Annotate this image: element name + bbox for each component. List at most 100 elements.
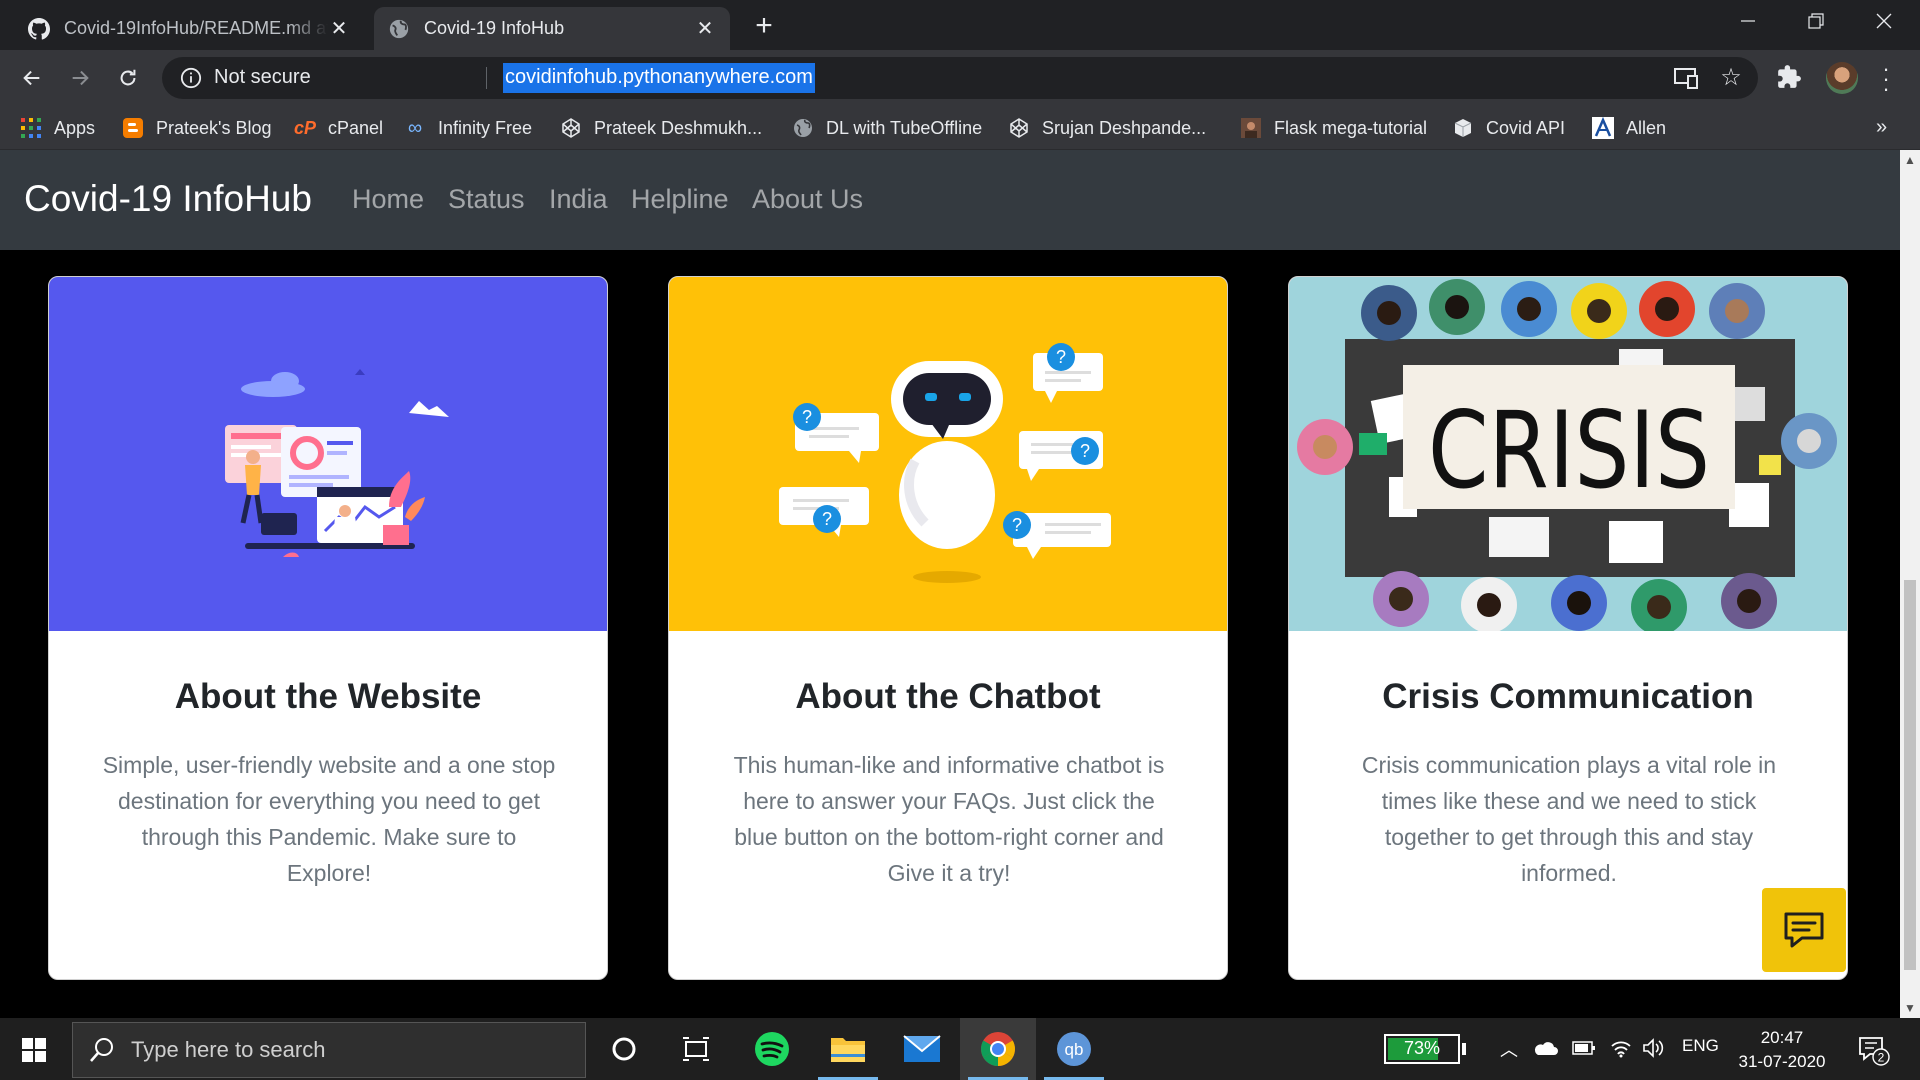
bookmark-star-icon[interactable]: ☆ xyxy=(1718,65,1744,91)
tab-title: Covid-19 InfoHub xyxy=(424,18,565,38)
new-tab-button[interactable]: + xyxy=(748,9,780,42)
wifi-icon[interactable] xyxy=(1610,1038,1632,1058)
restore-button[interactable] xyxy=(1786,0,1846,42)
chatbot-button[interactable] xyxy=(1762,888,1846,972)
address-bar[interactable]: Not secure covidinfohub.pythonanywhere.c… xyxy=(162,57,1758,99)
menu-dots-icon[interactable]: · · · xyxy=(1876,58,1896,100)
bookmark-prateeks-blog[interactable]: Prateek's Blog xyxy=(122,114,272,142)
install-app-icon[interactable] xyxy=(1674,67,1698,89)
windows-taskbar: Type here to search qb 73% ︿ ENG 20:47 3… xyxy=(0,1018,1920,1080)
bookmark-label: Flask mega-tutorial xyxy=(1274,117,1428,138)
tab-close-icon[interactable]: ✕ xyxy=(328,18,350,40)
close-icon xyxy=(1876,13,1892,29)
task-view-icon[interactable] xyxy=(658,1018,734,1080)
clock-time: 20:47 xyxy=(1760,1028,1804,1047)
globe-icon xyxy=(792,117,814,139)
security-label[interactable]: Not secure xyxy=(214,66,311,89)
bookmark-label: DL with TubeOffline xyxy=(826,117,983,138)
taskbar-search[interactable]: Type here to search xyxy=(72,1022,586,1078)
codepen-icon xyxy=(1008,117,1030,139)
bookmark-prateek-deshmukh[interactable]: Prateek Deshmukh... xyxy=(560,114,762,142)
notification-icon: 2 xyxy=(1859,1037,1890,1066)
bookmark-apps[interactable]: Apps xyxy=(20,114,95,142)
avatar-icon xyxy=(1240,117,1262,139)
card-about-chatbot: ? ? ? ? ? About the Chatbot This human-l… xyxy=(668,276,1228,980)
forward-button[interactable] xyxy=(62,60,98,96)
codepen-icon xyxy=(560,117,582,139)
info-icon[interactable] xyxy=(180,67,202,89)
globe-icon xyxy=(389,19,409,38)
bookmark-covid-api[interactable]: Covid API xyxy=(1452,114,1565,142)
page-scrollbar[interactable]: ▲ ▼ xyxy=(1900,150,1920,1018)
tab-title: Covid-19InfoHub/README.md at master xyxy=(64,18,328,38)
more-bookmarks-chevron-icon[interactable]: » xyxy=(1876,116,1887,139)
search-icon xyxy=(90,1038,113,1062)
nav-home[interactable]: Home xyxy=(352,184,424,215)
bookmark-label: Prateek's Blog xyxy=(156,117,272,138)
bookmark-infinity-free[interactable]: ∞ Infinity Free xyxy=(404,114,532,142)
crisis-sign-text: CRISIS xyxy=(1428,389,1710,512)
bookmark-flask-mega-tutorial[interactable]: Flask mega-tutorial xyxy=(1240,114,1427,142)
arrow-right-icon xyxy=(72,70,89,86)
nav-status[interactable]: Status xyxy=(448,184,525,215)
qbittorrent-icon[interactable]: qb xyxy=(1036,1018,1112,1080)
tab-close-icon[interactable]: ✕ xyxy=(694,18,716,40)
reload-icon xyxy=(120,69,136,86)
volume-icon[interactable] xyxy=(1642,1038,1664,1058)
battery-indicator[interactable]: 73% xyxy=(1384,1034,1460,1064)
bookmark-label: Srujan Deshpande... xyxy=(1042,117,1207,138)
mail-icon[interactable] xyxy=(884,1018,960,1080)
profile-avatar[interactable] xyxy=(1826,62,1858,94)
spotify-icon[interactable] xyxy=(734,1018,810,1080)
chrome-icon[interactable] xyxy=(960,1018,1036,1080)
notifications-button[interactable]: 2 xyxy=(1856,1032,1890,1066)
back-button[interactable] xyxy=(14,60,50,96)
onedrive-cloud-icon[interactable] xyxy=(1532,1040,1558,1056)
language-indicator[interactable]: ENG xyxy=(1682,1036,1719,1056)
battery-tip xyxy=(1462,1043,1466,1055)
bookmark-dl-tubeoffline[interactable]: DL with TubeOffline xyxy=(792,114,982,142)
card-title: About the Website xyxy=(174,677,482,716)
nav-helpline[interactable]: Helpline xyxy=(631,184,729,215)
cube-icon xyxy=(1452,117,1474,139)
scroll-up-arrow-icon[interactable]: ▲ xyxy=(1900,150,1920,170)
bookmark-label: Covid API xyxy=(1486,117,1566,138)
minimize-icon xyxy=(1741,20,1755,22)
battery-tray-icon[interactable] xyxy=(1572,1040,1596,1056)
start-button[interactable] xyxy=(10,1028,58,1072)
nav-india[interactable]: India xyxy=(549,184,608,215)
page-viewport: Covid-19 InfoHub Home Status India Helpl… xyxy=(0,150,1900,1018)
file-explorer-icon[interactable] xyxy=(810,1018,886,1080)
cortana-icon[interactable] xyxy=(586,1018,662,1080)
extensions-puzzle-icon[interactable] xyxy=(1776,64,1802,90)
site-brand[interactable]: Covid-19 InfoHub xyxy=(24,178,312,220)
allen-icon xyxy=(1592,117,1614,139)
close-window-button[interactable] xyxy=(1854,0,1914,42)
tab-strip: Covid-19InfoHub/README.md at master ✕ Co… xyxy=(0,0,1920,50)
notification-count: 2 xyxy=(1878,1051,1885,1065)
chevron-up-icon[interactable]: ︿ xyxy=(1500,1036,1518,1062)
tab-github-readme[interactable]: Covid-19InfoHub/README.md at master ✕ xyxy=(14,7,364,50)
url-text[interactable]: covidinfohub.pythonanywhere.com xyxy=(503,63,815,93)
svg-text:?: ? xyxy=(1012,515,1022,535)
minimize-button[interactable] xyxy=(1718,0,1778,42)
svg-text:?: ? xyxy=(822,509,832,529)
speech-bubble-icon: ? xyxy=(793,403,879,463)
bookmark-label: Prateek Deshmukh... xyxy=(594,117,763,138)
dashboard-illustration xyxy=(49,277,607,631)
scroll-down-arrow-icon[interactable]: ▼ xyxy=(1900,998,1920,1018)
clock-date: 31-07-2020 xyxy=(1738,1052,1826,1071)
site-navbar: Covid-19 InfoHub Home Status India Helpl… xyxy=(0,150,1900,250)
nav-about-us[interactable]: About Us xyxy=(752,184,863,215)
bookmark-allen[interactable]: Allen xyxy=(1592,114,1666,142)
apps-grid-icon xyxy=(20,117,42,139)
svg-text:qb: qb xyxy=(1065,1040,1084,1059)
bookmark-srujan-deshpande[interactable]: Srujan Deshpande... xyxy=(1008,114,1206,142)
github-icon xyxy=(28,17,50,40)
card-title: Crisis Communication xyxy=(1382,677,1754,716)
clock[interactable]: 20:47 31-07-2020 xyxy=(1734,1026,1830,1074)
tab-covid-infohub[interactable]: Covid-19 InfoHub ✕ xyxy=(374,7,730,50)
reload-button[interactable] xyxy=(110,60,146,96)
scrollbar-thumb[interactable] xyxy=(1904,580,1916,970)
bookmark-cpanel[interactable]: cP cPanel xyxy=(294,114,383,142)
